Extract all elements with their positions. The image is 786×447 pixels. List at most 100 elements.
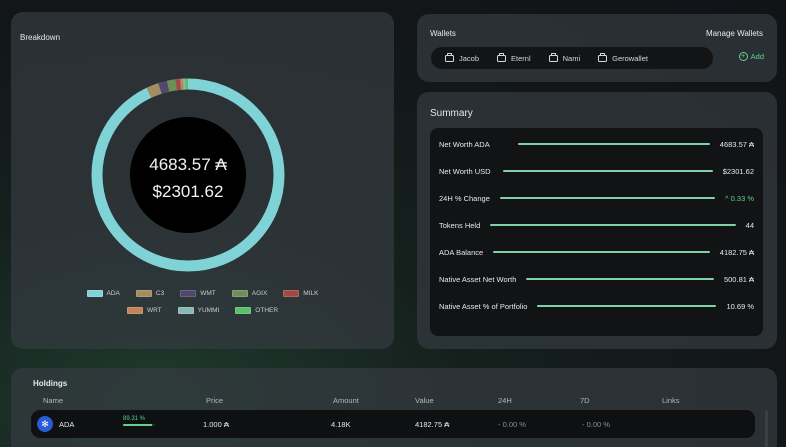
column-header-7d[interactable]: 7D xyxy=(580,396,590,405)
legend-label: C3 xyxy=(155,290,165,297)
plus-circle-icon: + xyxy=(738,52,748,61)
summary-row-tokens-held: Tokens Held 44 xyxy=(439,218,754,232)
asset-name: ADA xyxy=(59,420,75,429)
legend-swatch xyxy=(283,290,300,297)
legend-swatch xyxy=(86,290,103,297)
wallet-chip-eternl[interactable]: Eternl xyxy=(497,52,531,63)
legend-swatch xyxy=(180,290,197,297)
add-wallet-label: Add xyxy=(750,52,764,61)
column-header-price[interactable]: Price xyxy=(206,396,223,405)
asset-value: 4182.75 ₳ xyxy=(415,420,450,429)
holdings-scrollbar[interactable] xyxy=(765,410,768,447)
summary-divider xyxy=(493,251,710,253)
summary-divider xyxy=(499,197,716,199)
summary-label: Net Worth ADA xyxy=(439,139,490,149)
summary-divider xyxy=(537,305,717,307)
legend-label: ADA xyxy=(106,290,120,297)
legend-item-yummi[interactable]: YUMMI xyxy=(177,307,220,314)
summary-value: 10.69 % xyxy=(726,301,754,311)
summary-label: Native Asset Net Worth xyxy=(439,274,517,284)
summary-label: Net Worth USD xyxy=(439,166,491,176)
column-header-name[interactable]: Name xyxy=(43,396,63,405)
legend-item-ada[interactable]: ADA xyxy=(86,290,120,297)
wallets-title: Wallets xyxy=(430,29,456,38)
summary-value: $2301.62 xyxy=(722,166,754,176)
summary-row-24h-change: 24H % Change ^ 0.33 % xyxy=(439,191,754,205)
summary-panel: Summary Net Worth ADA 4683.57 ₳ Net Worth… xyxy=(417,92,777,349)
legend-label: MILK xyxy=(303,290,319,297)
breakdown-donut-chart: 4683.57 ₳ $2301.62 xyxy=(91,78,285,272)
legend-swatch xyxy=(235,307,252,314)
wallet-chip-nami[interactable]: Nami xyxy=(548,52,581,63)
donut-slice-c3[interactable] xyxy=(146,83,162,98)
wallet-name: Jacob xyxy=(459,53,480,63)
wallet-name: Eternl xyxy=(511,53,531,63)
portfolio-share: 89.31 % xyxy=(123,416,155,426)
portfolio-share-text: 89.31 % xyxy=(123,416,146,422)
summary-divider xyxy=(502,170,713,172)
legend-item-other[interactable]: OTHER xyxy=(235,307,278,314)
column-header-amount[interactable]: Amount xyxy=(333,396,359,405)
summary-divider xyxy=(517,143,710,145)
column-header-links: Links xyxy=(662,396,680,405)
wallet-name: Gerowallet xyxy=(612,53,648,63)
legend-swatch xyxy=(177,307,194,314)
legend-item-milk[interactable]: MILK xyxy=(283,290,318,297)
holdings-panel: Holdings Name Price Amount Value 24H 7D … xyxy=(11,368,777,447)
wallet-icon xyxy=(548,52,558,62)
legend-item-wmt[interactable]: WMT xyxy=(180,290,216,297)
column-header-value[interactable]: Value xyxy=(415,396,434,405)
asset-change-7d: - 0.00 % xyxy=(582,420,610,429)
legend-item-agix[interactable]: AGIX xyxy=(231,290,267,297)
summary-value: 4182.75 ₳ xyxy=(719,247,754,257)
legend-swatch xyxy=(126,307,143,314)
table-row[interactable]: ✻ ADA 89.31 % 1.000 ₳ 4.18K 4182.75 ₳ - … xyxy=(31,410,755,438)
summary-row-native-asset-net-worth: Native Asset Net Worth 500.81 ₳ xyxy=(439,272,754,286)
wallet-chip-gerowallet[interactable]: Gerowallet xyxy=(598,52,648,63)
summary-list: Net Worth ADA 4683.57 ₳ Net Worth USD $230… xyxy=(430,128,763,336)
center-usd-value: $2301.62 xyxy=(153,182,224,201)
summary-label: 24H % Change xyxy=(439,193,490,203)
wallets-panel: Wallets Manage Wallets Jacob Eternl Nami… xyxy=(417,14,777,82)
add-wallet-button[interactable]: + Add xyxy=(738,52,764,61)
legend-swatch xyxy=(231,290,248,297)
summary-value: 500.81 ₳ xyxy=(723,274,754,284)
legend-swatch xyxy=(135,290,152,297)
summary-divider xyxy=(526,278,714,280)
legend-label: WMT xyxy=(200,290,216,297)
legend-item-wrt[interactable]: WRT xyxy=(126,307,162,314)
asset-amount: 4.18K xyxy=(331,420,351,429)
summary-divider xyxy=(490,224,736,226)
legend-label: OTHER xyxy=(255,307,279,314)
summary-value: 44 xyxy=(745,220,754,230)
wallet-icon xyxy=(497,52,507,62)
column-header-24h[interactable]: 24H xyxy=(498,396,512,405)
holdings-title: Holdings xyxy=(33,379,68,388)
wallet-chip-jacob[interactable]: Jacob xyxy=(445,52,480,63)
summary-label: Native Asset % of Portfolio xyxy=(439,301,528,311)
wallet-name: Nami xyxy=(562,53,581,63)
center-ada-value: 4683.57 ₳ xyxy=(149,155,227,174)
summary-label: Tokens Held xyxy=(439,220,481,230)
legend-label: WRT xyxy=(146,307,162,314)
asset-change-24h: - 0.00 % xyxy=(498,420,526,429)
summary-value: 4683.57 ₳ xyxy=(719,139,754,149)
summary-row-net-worth-ada: Net Worth ADA 4683.57 ₳ xyxy=(439,137,754,151)
summary-row-native-asset-pct: Native Asset % of Portfolio 10.69 % xyxy=(439,299,754,313)
summary-row-ada-balance: ADA Balance 4182.75 ₳ xyxy=(439,245,754,259)
portfolio-share-bar xyxy=(123,424,155,426)
donut-slice-wmt[interactable] xyxy=(158,80,170,94)
manage-wallets-link[interactable]: Manage Wallets xyxy=(706,29,763,38)
legend-label: YUMMI xyxy=(197,307,220,314)
cardano-logo-icon: ✻ xyxy=(37,416,53,432)
asset-price: 1.000 ₳ xyxy=(203,420,229,429)
wallet-list: Jacob Eternl Nami Gerowallet xyxy=(431,47,713,69)
legend-item-c3[interactable]: C3 xyxy=(135,290,165,297)
donut-slice-agix[interactable] xyxy=(167,79,177,92)
breakdown-panel: Breakdown 4683.57 ₳ $2301.62 ADA C3 WMT … xyxy=(11,12,394,349)
summary-title: Summary xyxy=(430,108,473,119)
legend-row: ADA C3 WMT AGIX MILK xyxy=(11,290,394,297)
wallet-icon xyxy=(445,52,454,62)
donut-center xyxy=(130,117,246,233)
legend-row: WRT YUMMI OTHER xyxy=(11,307,394,314)
